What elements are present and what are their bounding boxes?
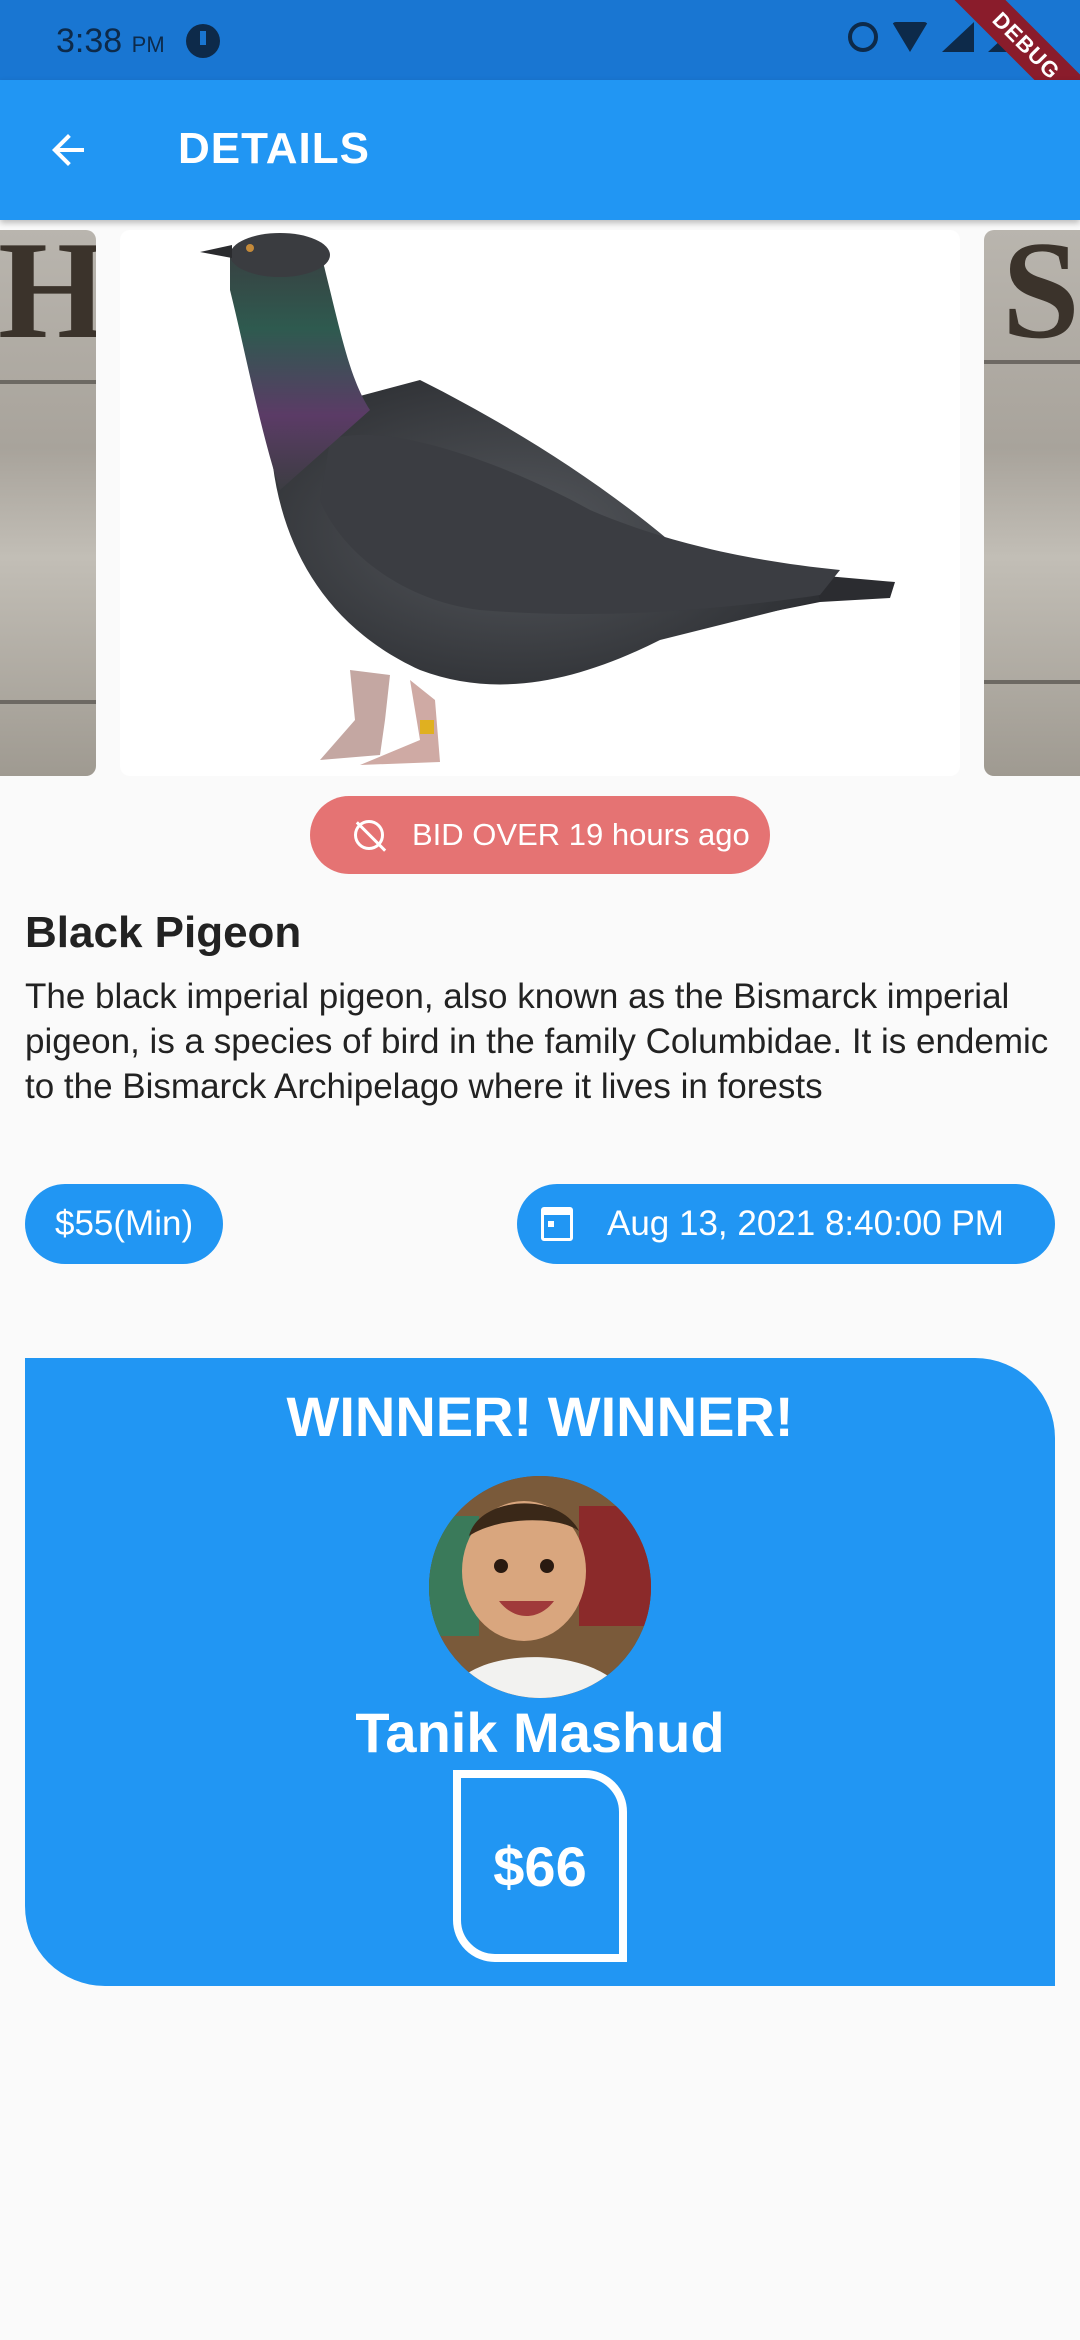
carousel-prev-image[interactable]: H [0, 230, 96, 776]
wifi-icon [892, 22, 928, 52]
winning-bid-amount: $66 [453, 1770, 627, 1962]
back-arrow-icon[interactable] [44, 126, 92, 174]
bid-status-text: BID OVER 19 hours ago [412, 817, 750, 852]
pigeon-image [120, 230, 960, 776]
item-description: The black imperial pigeon, also known as… [25, 977, 1049, 1106]
end-date-chip: Aug 13, 2021 8:40:00 PM [517, 1184, 1055, 1264]
carousel-next-image[interactable]: S [984, 230, 1080, 776]
min-price-chip: $55(Min) [25, 1184, 224, 1264]
signal-icon [942, 22, 974, 52]
notification-app-icon [186, 24, 220, 58]
bid-status-badge: BID OVER 19 hours ago [310, 796, 770, 874]
winner-name: Tanik Mashud [355, 1701, 725, 1764]
calendar-icon [541, 1207, 573, 1241]
page-title: DETAILS [178, 124, 370, 173]
timer-off-icon [354, 820, 384, 850]
app-bar: DETAILS [0, 80, 1080, 220]
status-time-ampm: PM [131, 32, 165, 57]
alarm-icon [848, 22, 878, 52]
item-title: Black Pigeon [25, 908, 302, 957]
status-time-value: 3:38 [56, 22, 123, 60]
status-bar: 3:38 PM DEBUG [0, 0, 1080, 130]
end-date-text: Aug 13, 2021 8:40:00 PM [607, 1204, 1004, 1243]
image-carousel[interactable]: H S [0, 230, 1080, 776]
winner-avatar [429, 1476, 651, 1698]
winner-card: WINNER! WINNER! Tanik Mashud $66 [25, 1358, 1055, 1986]
status-time: 3:38 PM [56, 22, 165, 61]
winner-heading: WINNER! WINNER! [286, 1385, 794, 1448]
